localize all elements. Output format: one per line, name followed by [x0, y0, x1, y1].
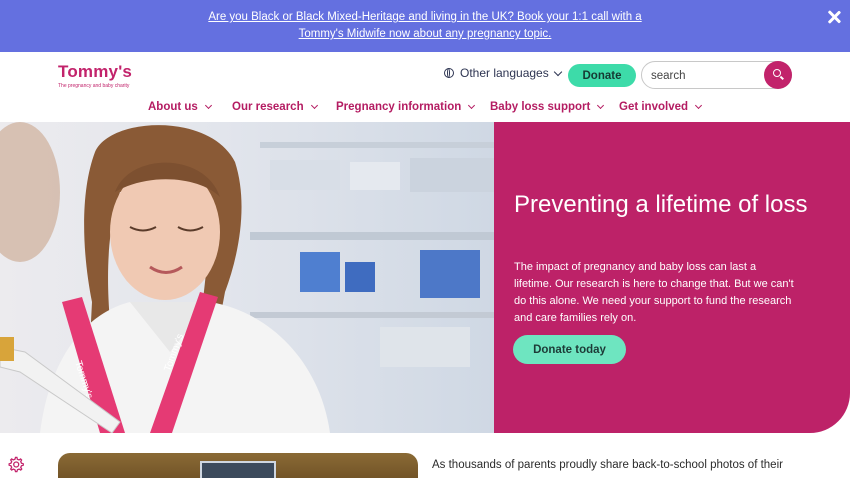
language-label: Other languages: [460, 66, 549, 80]
chevron-down-icon: [694, 101, 703, 110]
nav-item-label: Our research: [232, 101, 304, 113]
chevron-down-icon: [310, 101, 318, 110]
logo-tagline: The pregnancy and baby charity: [58, 83, 130, 89]
nav-item-label: Pregnancy information: [336, 101, 462, 113]
nav-item-label: Baby loss support: [490, 101, 591, 113]
cookie-settings-icon[interactable]: [7, 456, 24, 473]
logo[interactable]: Tommy's The pregnancy and baby charity: [58, 62, 132, 89]
main-nav: About us Our research Pregnancy informat…: [0, 101, 850, 115]
announcement-banner: Are you Black or Black Mixed-Heritage an…: [0, 0, 850, 52]
nav-item-label: Get involved: [619, 101, 689, 113]
nav-item-our-research[interactable]: Our research: [232, 101, 318, 113]
globe-icon: [444, 68, 454, 78]
story-text: As thousands of parents proudly share ba…: [432, 459, 783, 471]
hero-panel: Preventing a lifetime of loss The impact…: [494, 122, 850, 433]
search-box: [641, 61, 792, 89]
chevron-down-icon: [553, 67, 562, 76]
hero-text: The impact of pregnancy and baby loss ca…: [514, 261, 794, 324]
close-icon[interactable]: [827, 10, 841, 24]
chevron-down-icon: [468, 101, 476, 110]
hero-title: Preventing a lifetime of loss: [514, 191, 808, 218]
donate-button[interactable]: Donate: [568, 64, 636, 87]
banner-link[interactable]: Are you Black or Black Mixed-Heritage an…: [195, 9, 655, 43]
logo-name: Tommy's: [58, 62, 133, 81]
hero-image: Tommy's Tommy's: [0, 122, 494, 433]
nav-item-label: About us: [148, 101, 198, 113]
nav-item-pregnancy-information[interactable]: Pregnancy information: [336, 101, 476, 113]
nav-item-about-us[interactable]: About us: [148, 101, 212, 113]
donate-today-button[interactable]: Donate today: [513, 335, 626, 364]
story-image: [58, 453, 418, 478]
nav-item-get-involved[interactable]: Get involved: [619, 101, 703, 113]
nav-item-baby-loss-support[interactable]: Baby loss support: [490, 101, 605, 113]
search-input[interactable]: [651, 67, 761, 85]
chevron-down-icon: [597, 101, 605, 110]
chevron-down-icon: [204, 101, 212, 110]
language-selector[interactable]: Other languages: [444, 66, 562, 80]
search-button[interactable]: [764, 61, 792, 89]
